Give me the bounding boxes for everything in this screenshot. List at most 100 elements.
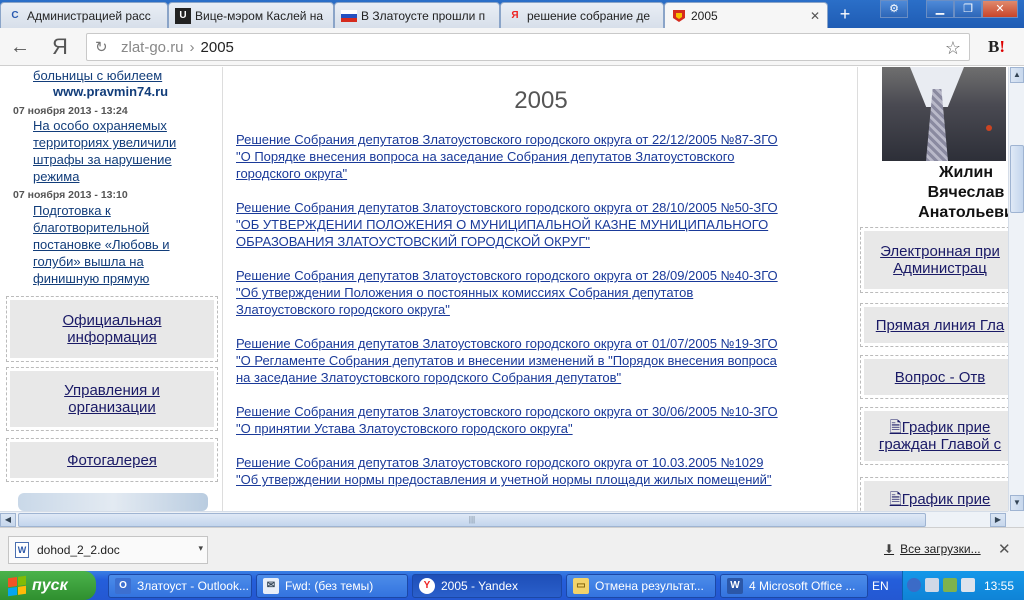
taskbar-outlook[interactable]: O Златоуст - Outlook... bbox=[108, 574, 252, 598]
yandex-extension-button[interactable]: В! bbox=[988, 37, 1012, 57]
horizontal-scroll-thumb[interactable]: ||| bbox=[18, 513, 926, 527]
document-line: ОБРАЗОВАНИЯ ЗЛАТОУСТОВСКИЙ ГОРОДСКОЙ ОКР… bbox=[236, 234, 590, 249]
news-item-title[interactable]: На особо охраняемых bbox=[33, 117, 167, 134]
start-label: пуск bbox=[32, 576, 68, 594]
document-link[interactable]: Решение Собрания депутатов Златоустовско… bbox=[236, 454, 840, 488]
yandex-home-button[interactable]: Я bbox=[52, 34, 68, 60]
taskbar-folder[interactable]: ▭ Отмена результат... bbox=[566, 574, 716, 598]
document-line: Решение Собрания депутатов Златоустовско… bbox=[236, 200, 778, 215]
menu-departments[interactable]: Управления и организации bbox=[6, 367, 218, 431]
document-link[interactable]: Решение Собрания депутатов Златоустовско… bbox=[236, 131, 840, 182]
address-separator: › bbox=[189, 38, 195, 56]
tray-expand-icon[interactable] bbox=[907, 578, 921, 592]
document-line: Решение Собрания депутатов Златоустовско… bbox=[236, 336, 778, 351]
menu-official-info[interactable]: Официальная информация bbox=[6, 296, 218, 362]
tab-yandex-search[interactable]: Я решение собрание де bbox=[500, 2, 664, 28]
document-line: Решение Собрания депутатов Златоустовско… bbox=[236, 132, 778, 147]
photo-pin bbox=[986, 125, 992, 131]
menu-label-line: организации bbox=[68, 399, 156, 416]
download-arrow-icon: ⬇ bbox=[884, 542, 895, 556]
link-electronic-reception[interactable]: Электронная при Администрац bbox=[860, 227, 1008, 293]
news-item-title[interactable]: благотворительной bbox=[33, 219, 149, 236]
all-downloads-link[interactable]: ⬇ Все загрузки... bbox=[884, 542, 981, 556]
document-link[interactable]: Решение Собрания депутатов Златоустовско… bbox=[236, 267, 840, 318]
maximize-icon[interactable]: ❐ bbox=[954, 0, 982, 18]
news-item-title[interactable]: финишную прямую bbox=[33, 270, 149, 287]
taskbar-yandex[interactable]: Y 2005 - Yandex bbox=[412, 574, 562, 598]
document-line: "ОБ УТВЕРЖДЕНИИ ПОЛОЖЕНИЯ О МУНИЦИПАЛЬНО… bbox=[236, 217, 769, 232]
horizontal-scrollbar[interactable]: ◀ ||| ▶ bbox=[0, 511, 1008, 527]
yandex-browser-icon: Y bbox=[419, 578, 435, 594]
settings-gear-icon[interactable]: ⚙ bbox=[880, 0, 908, 18]
news-source-link[interactable]: www.pravmin74.ru bbox=[53, 84, 168, 99]
link-label: 🗎 График прие bbox=[864, 481, 1008, 511]
tab-2005[interactable]: 2005 ✕ bbox=[664, 2, 828, 28]
menu-label: Фотогалерея bbox=[10, 442, 214, 478]
scroll-up-icon[interactable]: ▲ bbox=[1010, 67, 1024, 83]
document-line: городского округа" bbox=[236, 166, 348, 181]
link-label-line: График прие bbox=[901, 419, 991, 436]
link-label: Вопрос - Отв bbox=[864, 359, 1008, 395]
taskbar-mail[interactable]: ✉ Fwd: (без темы) bbox=[256, 574, 408, 598]
network-icon[interactable] bbox=[925, 578, 939, 592]
document-line: "Об утверждении нормы предоставления и у… bbox=[236, 472, 772, 487]
menu-label: Управления и организации bbox=[10, 371, 214, 427]
extension-letter: В bbox=[988, 37, 1000, 56]
link-label-line: Администрац bbox=[893, 260, 987, 277]
tab-zlatoust-news[interactable]: В Златоусте прошли п bbox=[334, 2, 500, 28]
link-label-line: Электронная при bbox=[880, 243, 1000, 260]
scroll-left-icon[interactable]: ◀ bbox=[0, 513, 16, 527]
language-indicator[interactable]: EN bbox=[872, 579, 889, 593]
download-menu-arrow-icon[interactable]: ▾ bbox=[198, 543, 203, 554]
close-downloads-icon[interactable]: ✕ bbox=[998, 540, 1011, 558]
address-bar[interactable]: ↻ zlat-go.ru › 2005 ☆ bbox=[86, 33, 970, 61]
link-direct-line[interactable]: Прямая линия Гла bbox=[860, 303, 1008, 347]
news-item-title[interactable]: Подготовка к bbox=[33, 202, 111, 219]
task-label: 4 Microsoft Office ... bbox=[749, 579, 856, 593]
vertical-scroll-thumb[interactable] bbox=[1010, 145, 1024, 213]
address-path: 2005 bbox=[200, 38, 234, 56]
document-link[interactable]: Решение Собрания депутатов Златоустовско… bbox=[236, 199, 840, 250]
document-link[interactable]: Решение Собрания депутатов Златоустовско… bbox=[236, 403, 840, 437]
link-reception-schedule[interactable]: 🗎График прие граждан Главой с bbox=[860, 407, 1008, 465]
vertical-scrollbar[interactable]: ▲ ▼ bbox=[1008, 67, 1024, 511]
new-tab-button[interactable]: + bbox=[834, 4, 856, 24]
tab-label: В Златоусте прошли п bbox=[361, 8, 486, 23]
news-item-title[interactable]: постановке «Любовь и bbox=[33, 236, 170, 253]
close-window-icon[interactable]: ✕ bbox=[982, 0, 1018, 18]
main-content: 2005 Решение Собрания депутатов Златоуст… bbox=[222, 67, 858, 511]
u-favicon-icon: U bbox=[175, 7, 191, 24]
reload-icon[interactable]: ↻ bbox=[95, 38, 115, 56]
tab-administration[interactable]: C Администрацией расс bbox=[0, 2, 168, 28]
scroll-right-icon[interactable]: ▶ bbox=[990, 513, 1006, 527]
link-reception-schedule-2[interactable]: 🗎 График прие bbox=[860, 477, 1008, 511]
news-item-title[interactable]: голуби» вышла на bbox=[33, 253, 144, 270]
menu-photo-gallery[interactable]: Фотогалерея bbox=[6, 438, 218, 482]
taskbar-office-group[interactable]: W 4 Microsoft Office ... bbox=[720, 574, 868, 598]
task-label: Златоуст - Outlook... bbox=[137, 579, 249, 593]
banner-thumbnail[interactable] bbox=[18, 493, 208, 511]
scrollbar-corner bbox=[1008, 511, 1024, 527]
news-item-title[interactable]: штрафы за нарушение bbox=[33, 151, 172, 168]
news-item-title[interactable]: территориях увеличили bbox=[33, 134, 176, 151]
download-item[interactable]: W dohod_2_2.doc ▾ bbox=[8, 536, 208, 564]
task-label: Отмена результат... bbox=[595, 579, 704, 593]
news-item-title[interactable]: больницы с юбилеем bbox=[33, 67, 162, 84]
scroll-down-icon[interactable]: ▼ bbox=[1010, 495, 1024, 511]
link-label: 🗎График прие граждан Главой с bbox=[864, 411, 1008, 461]
document-line: Решение Собрания депутатов Златоустовско… bbox=[236, 404, 778, 419]
system-tray: 13:55 bbox=[902, 571, 1024, 600]
volume-icon[interactable] bbox=[961, 578, 975, 592]
document-icon: 🗎 bbox=[889, 419, 902, 436]
link-question-answer[interactable]: Вопрос - Отв bbox=[860, 355, 1008, 399]
safely-remove-icon[interactable] bbox=[943, 578, 957, 592]
start-button[interactable]: пуск bbox=[0, 571, 96, 600]
tab-vice-mayor[interactable]: U Вице-мэром Каслей на bbox=[168, 2, 334, 28]
document-link[interactable]: Решение Собрания депутатов Златоустовско… bbox=[236, 335, 840, 386]
back-arrow-icon[interactable]: ← bbox=[10, 36, 30, 59]
news-item-title[interactable]: режима bbox=[33, 168, 79, 185]
close-tab-icon[interactable]: ✕ bbox=[807, 9, 823, 23]
minimize-icon[interactable]: ▁ bbox=[926, 0, 954, 18]
bookmark-star-icon[interactable]: ☆ bbox=[945, 38, 961, 59]
mayor-photo[interactable] bbox=[882, 67, 1006, 161]
